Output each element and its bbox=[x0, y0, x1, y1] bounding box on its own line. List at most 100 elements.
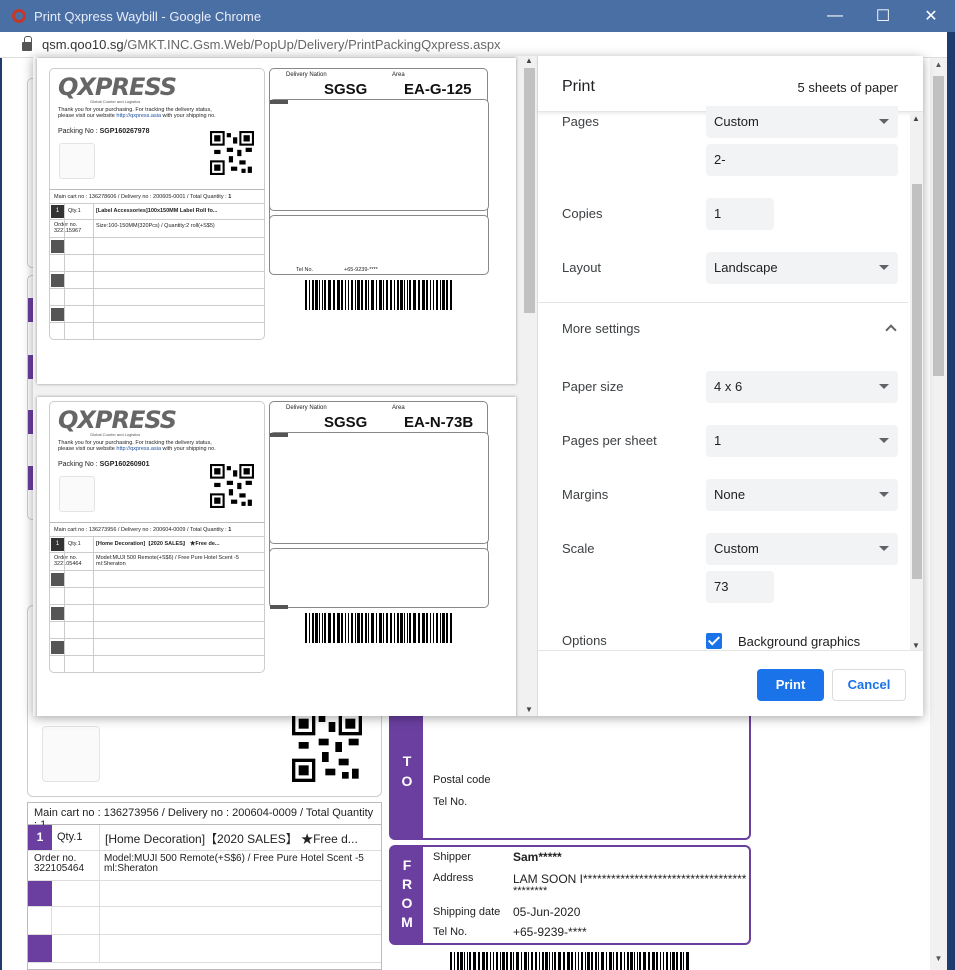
bg-ship-date-label: Shipping date bbox=[433, 906, 501, 918]
url-host: qsm.qoo10.sg bbox=[42, 37, 124, 52]
qxpress-link[interactable]: http://qxpress.asia bbox=[116, 113, 161, 119]
main-cart: Main cart no : 136273956 / Delivery no :… bbox=[54, 527, 231, 533]
print-title: Print bbox=[562, 78, 595, 95]
settings-scrollbar-thumb[interactable] bbox=[912, 184, 922, 579]
to-box bbox=[269, 432, 489, 544]
bg-item-name: [Home Decoration]【2020 SALES】 ★Free d... bbox=[105, 832, 358, 846]
barcode bbox=[305, 280, 453, 310]
print-dialog: QXPRESS Global Courier and Logistics Tha… bbox=[33, 56, 923, 716]
row-marker bbox=[51, 573, 64, 586]
bg-from-side: FROM bbox=[391, 847, 423, 943]
title-bar: Print Qxpress Waybill - Google Chrome — … bbox=[0, 0, 955, 32]
main-cart-text: Main cart no : 136273956 / Delivery no :… bbox=[54, 527, 229, 533]
qr-code-icon bbox=[210, 464, 254, 508]
margins-select[interactable]: None bbox=[706, 479, 898, 511]
page-scrollbar[interactable]: ▲ ▼ bbox=[930, 58, 947, 970]
bg-order: Order no. 322105464 bbox=[28, 851, 100, 880]
pages-range-input[interactable]: 2- bbox=[706, 144, 898, 176]
background-graphics-label[interactable]: Background graphics bbox=[738, 634, 860, 649]
paper-size-label: Paper size bbox=[562, 379, 624, 394]
table-row bbox=[28, 907, 381, 935]
to-box bbox=[269, 99, 489, 211]
item-num: 1 bbox=[51, 205, 64, 218]
scroll-down-arrow-icon[interactable]: ▼ bbox=[930, 954, 947, 968]
background-graphics-checkbox[interactable] bbox=[706, 633, 722, 649]
bg-ship-date: 05-Jun-2020 bbox=[513, 905, 581, 919]
item-name: [Home Decoration]【2020 SALES】 ★Free de..… bbox=[96, 541, 220, 547]
table-row bbox=[50, 238, 265, 255]
thanks-text-b: with your shipping no. bbox=[161, 446, 216, 452]
bg-qr-code-icon bbox=[292, 712, 362, 782]
qxpress-logo-sub: Global Courier and Logistics bbox=[90, 99, 141, 104]
row-marker bbox=[51, 641, 64, 654]
table-row bbox=[50, 639, 265, 656]
more-settings-toggle[interactable]: More settings bbox=[562, 321, 640, 336]
from-marker bbox=[270, 605, 288, 609]
table-row bbox=[28, 881, 381, 907]
from-box bbox=[269, 548, 489, 609]
scale-select[interactable]: Custom bbox=[706, 533, 898, 565]
delivery-nation: SGSG bbox=[324, 81, 368, 98]
qty-label: Qty.1 bbox=[68, 541, 81, 547]
settings-scroll-down-icon[interactable]: ▼ bbox=[912, 641, 920, 650]
copies-label: Copies bbox=[562, 206, 603, 221]
print-button[interactable]: Print bbox=[757, 669, 824, 701]
bg-order-no: 322105464 bbox=[34, 863, 85, 874]
settings-scroll-up-icon[interactable]: ▲ bbox=[912, 114, 920, 123]
page-scrollbar-thumb[interactable] bbox=[933, 76, 944, 376]
pages-per-sheet-select[interactable]: 1 bbox=[706, 425, 898, 457]
barcode bbox=[305, 613, 453, 643]
scale-input[interactable]: 73 bbox=[706, 571, 774, 603]
settings-scrollbar[interactable]: ▲ ▼ bbox=[910, 112, 923, 650]
preview-sheet-1: QXPRESS Global Courier and Logistics Tha… bbox=[37, 58, 516, 384]
minimize-button[interactable]: — bbox=[811, 0, 859, 32]
sheet-count: 5 sheets of paper bbox=[797, 80, 898, 95]
close-button[interactable]: ✕ bbox=[907, 0, 955, 32]
margins-label: Margins bbox=[562, 487, 609, 502]
thanks-text-b: with your shipping no. bbox=[161, 113, 216, 119]
url-text[interactable]: qsm.qoo10.sg/GMKT.INC.Gsm.Web/PopUp/Deli… bbox=[42, 37, 501, 52]
preview-scrollbar[interactable]: ▲ ▼ bbox=[521, 56, 537, 716]
divider bbox=[538, 302, 908, 303]
print-preview: QXPRESS Global Courier and Logistics Tha… bbox=[33, 56, 538, 716]
bg-barcode bbox=[450, 952, 689, 970]
copies-input[interactable]: 1 bbox=[706, 198, 774, 230]
logo-placeholder bbox=[59, 476, 95, 512]
layout-select[interactable]: Landscape bbox=[706, 252, 898, 284]
bg-main-cart: Main cart no : 136273956 / Delivery no :… bbox=[28, 803, 381, 831]
main-cart-text: Main cart no : 136278606 / Delivery no :… bbox=[54, 194, 229, 200]
qxpress-link[interactable]: http://qxpress.asia bbox=[116, 446, 161, 452]
bg-shipper: Sam***** bbox=[513, 850, 562, 864]
preview-sheet-2: QXPRESS Global Courier and Logistics Tha… bbox=[37, 397, 516, 716]
scroll-up-arrow-icon[interactable]: ▲ bbox=[930, 60, 947, 74]
col-divider bbox=[93, 204, 94, 340]
to-marker bbox=[270, 433, 288, 437]
print-header: Print 5 sheets of paper bbox=[538, 56, 923, 112]
chevron-up-icon[interactable] bbox=[885, 324, 897, 336]
col-divider bbox=[93, 537, 94, 673]
bg-from-tel: +65-9239-**** bbox=[513, 925, 587, 939]
preview-scroll-down-icon[interactable]: ▼ bbox=[525, 705, 533, 714]
layout-label: Layout bbox=[562, 260, 602, 275]
cancel-button[interactable]: Cancel bbox=[832, 669, 906, 701]
paper-size-select[interactable]: 4 x 6 bbox=[706, 371, 898, 403]
table-row bbox=[50, 605, 265, 622]
bg-address-2: ******** bbox=[513, 885, 548, 897]
preview-scroll-up-icon[interactable]: ▲ bbox=[525, 56, 533, 65]
qxpress-logo: QXPRESS bbox=[58, 406, 177, 434]
window-border bbox=[947, 32, 955, 970]
table-row bbox=[50, 622, 265, 639]
bg-qty: Qty.1 bbox=[52, 825, 100, 850]
item-table: Main cart no : 136273956 / Delivery no :… bbox=[50, 522, 265, 673]
table-row: 1 Qty.1 [Label Accessories]100x150MM Label… bbox=[50, 204, 265, 220]
bg-cell bbox=[28, 907, 52, 934]
window-title: Print Qxpress Waybill - Google Chrome bbox=[34, 8, 262, 24]
maximize-button[interactable]: ☐ bbox=[859, 0, 907, 32]
preview-scrollbar-thumb[interactable] bbox=[524, 68, 535, 313]
pages-select[interactable]: Custom bbox=[706, 106, 898, 138]
item-option: Model:MUJI 500 Remote(+S$6) / Free Pure … bbox=[96, 555, 239, 567]
packing-no: Packing No : SGP160260901 bbox=[58, 461, 149, 468]
delivery-nation-label: Delivery Nation bbox=[286, 72, 327, 78]
address-bar[interactable]: qsm.qoo10.sg/GMKT.INC.Gsm.Web/PopUp/Deli… bbox=[0, 32, 955, 58]
qxpress-logo-sub: Global Courier and Logistics bbox=[90, 432, 141, 437]
